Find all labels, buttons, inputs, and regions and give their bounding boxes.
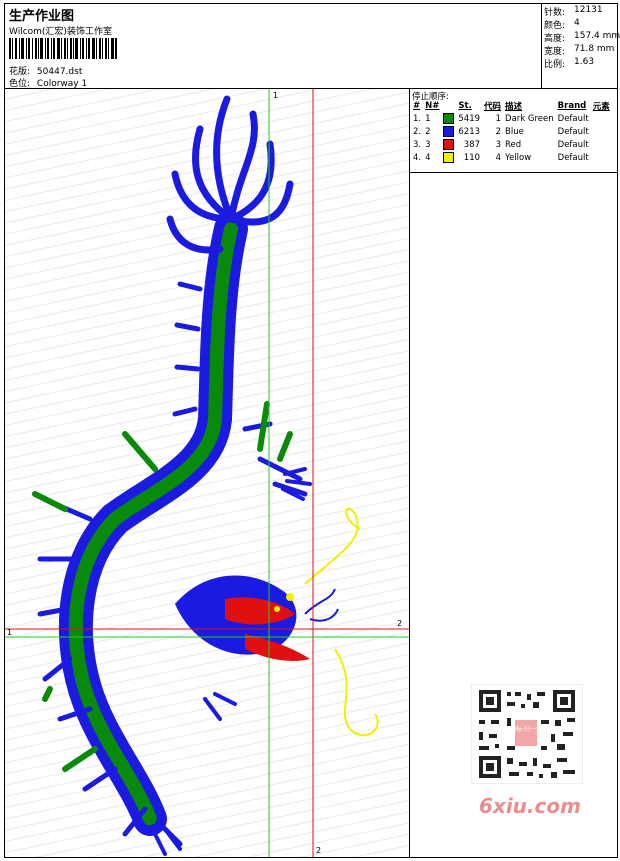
stat-width: 宽度: 71.8 mm	[544, 44, 615, 57]
watermark-logo: 6xiu.com	[479, 794, 581, 818]
stats-panel: 针数: 12131 颜色: 4 高度: 157.4 mm 宽度: 71.8 mm 比例:…	[541, 4, 620, 88]
dragon-claws	[153, 467, 312, 856]
table-row: 2. 2 6213 2 Blue Default	[413, 126, 589, 137]
col-brand: Brand	[557, 101, 587, 111]
axis-label-left: 1	[7, 628, 13, 637]
qr-caption: 图标·扫一扫	[510, 725, 542, 733]
company-name: Wilcom(汇宏)装饰工作室	[9, 27, 112, 37]
whisker-lower	[334, 648, 379, 737]
col-stitches: St.	[458, 101, 472, 111]
color-swatch	[443, 152, 455, 163]
table-row: 1. 1 5419 1 Dark Green Default	[413, 113, 589, 124]
axis-label-bottom: 2	[316, 846, 322, 855]
stat-stitches: 针数: 12131	[544, 5, 603, 18]
col-description: 描述	[505, 102, 523, 112]
embroidery-preview: 1 1 2 2	[5, 89, 410, 857]
header-panel: 生产作业图 Wilcom(汇宏)装饰工作室 花版: 50447.dst 色位: …	[5, 4, 542, 89]
stat-colors: 颜色: 4	[544, 18, 580, 31]
axis-label-right: 2	[397, 619, 403, 628]
stop-sequence-table: # N# St. 代码 描述 Brand 元素 1. 1 5419 1 Dark…	[411, 100, 612, 164]
dragon-design	[5, 89, 409, 857]
color-swatch	[443, 113, 455, 124]
axis-label-top: 1	[273, 91, 279, 100]
dragon-head	[175, 575, 339, 661]
barcode-icon	[9, 38, 117, 59]
stat-height: 高度: 157.4 mm	[544, 31, 620, 44]
col-index: #	[413, 101, 421, 111]
stop-sequence-panel: 停止顺序: # N# St. 代码 描述 Brand 元素 1. 1 5419 …	[410, 89, 617, 173]
sheet-title: 生产作业图	[9, 9, 75, 24]
table-header-row: # N# St. 代码 描述 Brand 元素	[411, 100, 612, 112]
col-n: N#	[425, 101, 440, 111]
production-sheet: 生产作业图 Wilcom(汇宏)装饰工作室 花版: 50447.dst 色位: …	[4, 3, 620, 858]
col-code: 代码	[484, 102, 502, 112]
stat-scale: 比例: 1.63	[544, 57, 595, 70]
color-swatch	[443, 139, 455, 150]
qr-code-icon: 图标·扫一扫	[471, 684, 583, 784]
color-swatch	[443, 126, 455, 137]
col-element: 元素	[592, 102, 610, 112]
col-swatch	[441, 100, 456, 112]
table-row: 3. 3 387 3 Red Default	[413, 139, 589, 150]
table-row: 4. 4 110 4 Yellow Default	[413, 152, 589, 163]
